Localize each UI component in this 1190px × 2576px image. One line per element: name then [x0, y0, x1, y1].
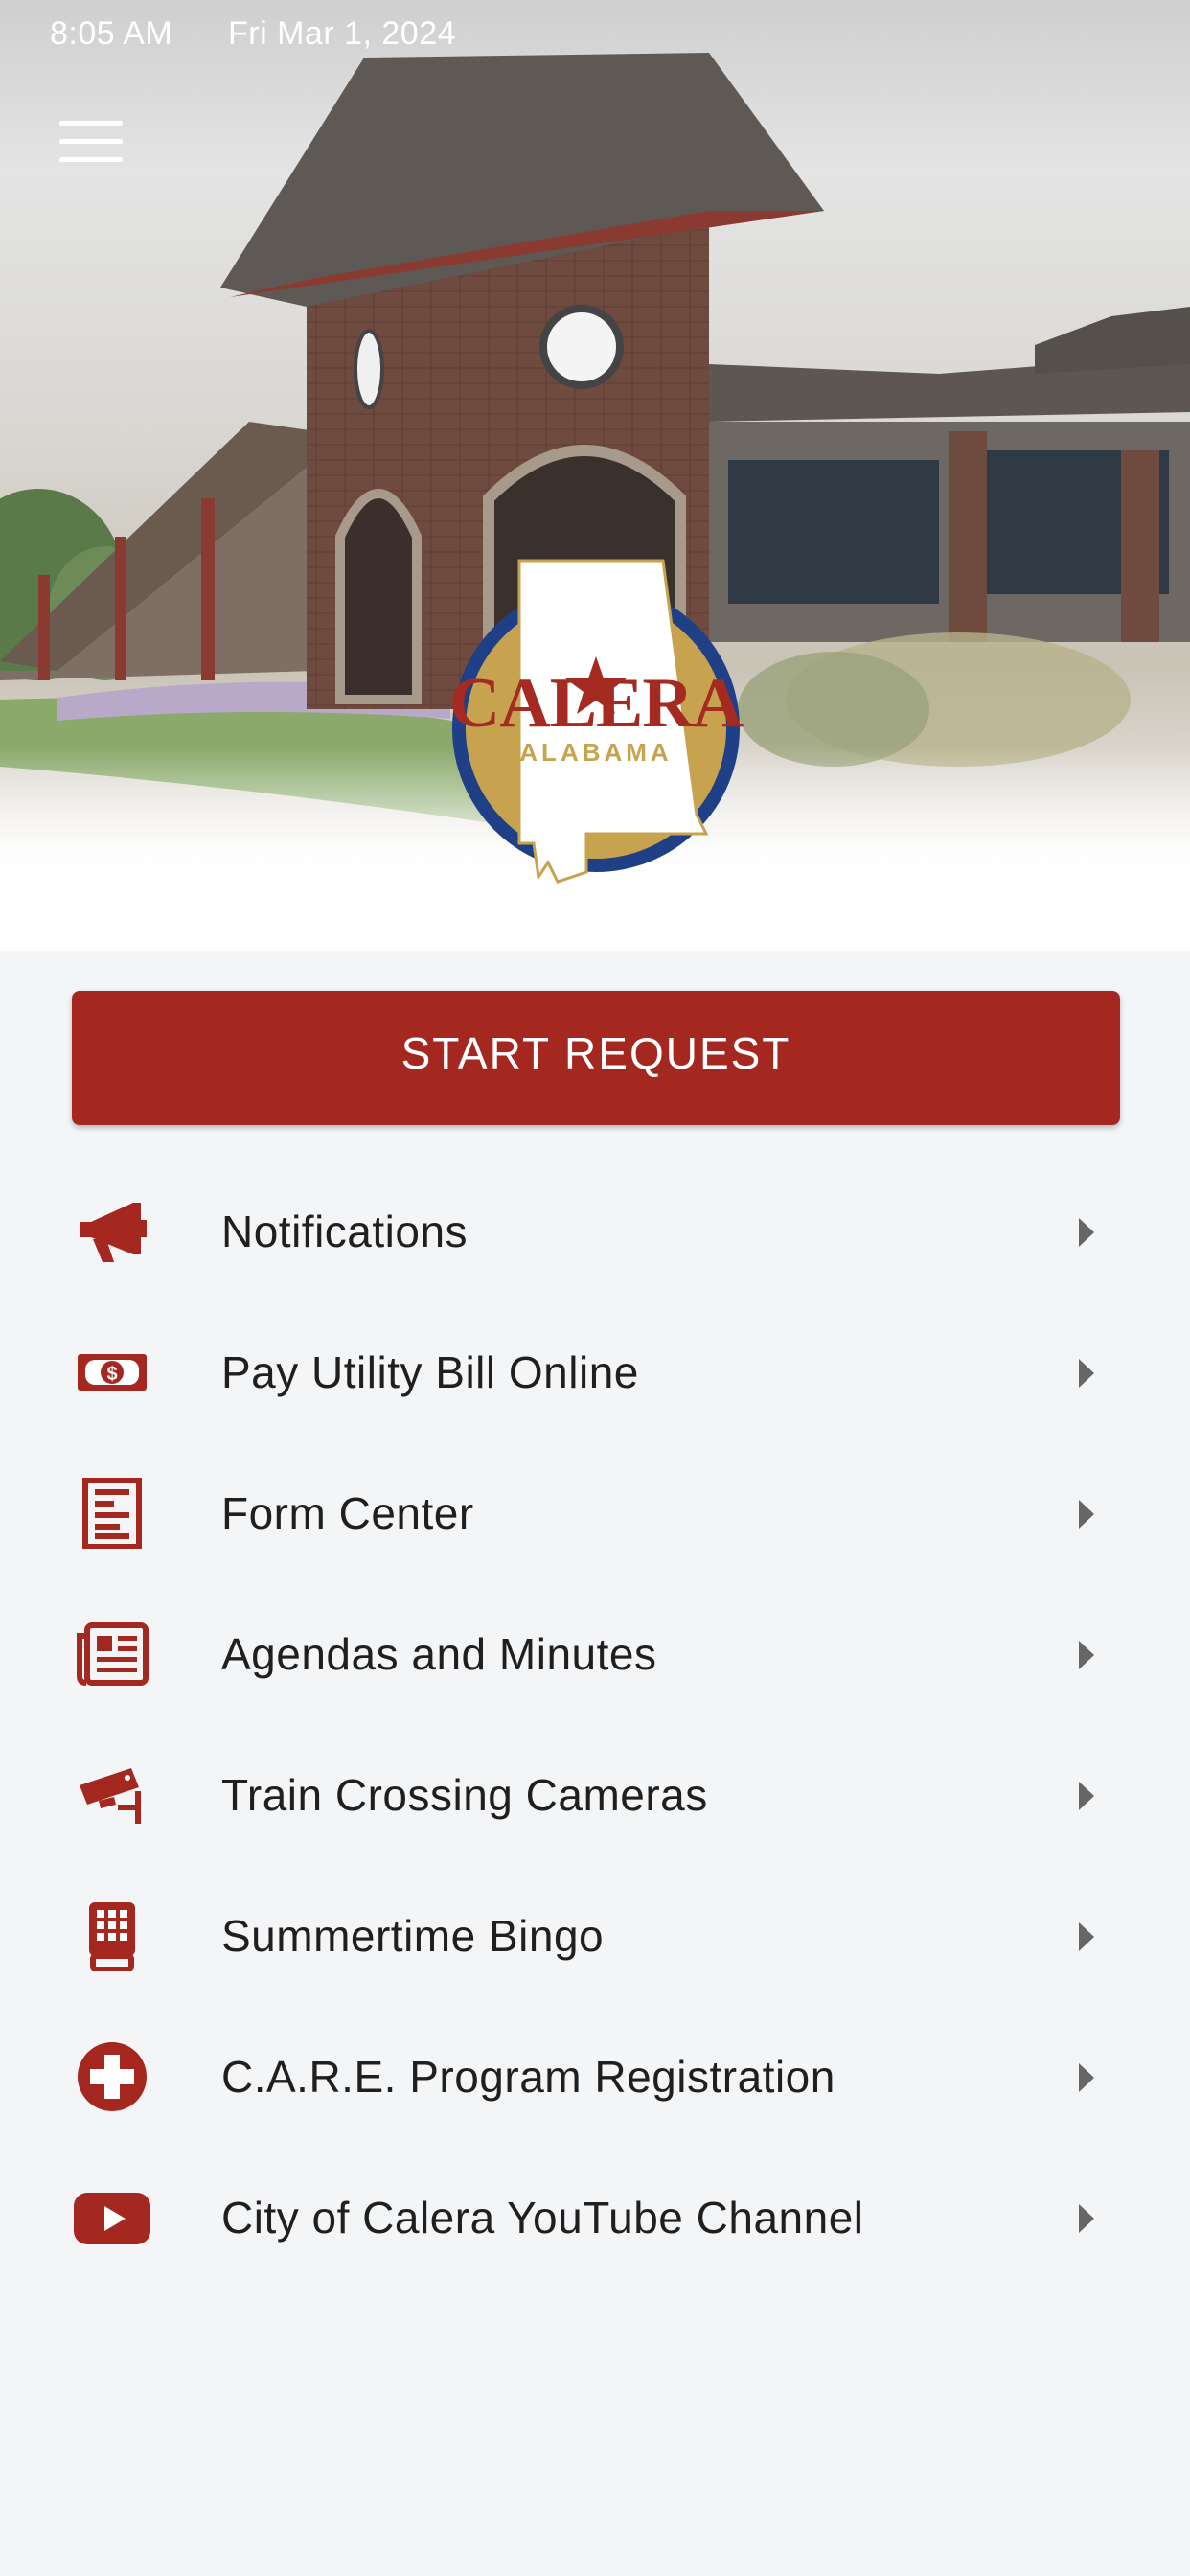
menu-item-label: Notifications: [221, 1207, 469, 1256]
menu-item-pay-utility-bill[interactable]: $ Pay Utility Bill Online: [0, 1302, 1190, 1443]
menu-list: Notifications $ Pay Utility Bill Online: [0, 1162, 1190, 2288]
logo-subtitle: ALABAMA: [519, 738, 673, 767]
newspaper-icon: [69, 1621, 155, 1688]
hero-banner: 8:05 AM Fri Mar 1, 2024 CALERA ALABAMA: [0, 0, 1190, 951]
menu-item-label: City of Calera YouTube Channel: [221, 2193, 864, 2242]
svg-text:$: $: [106, 1364, 117, 1385]
security-camera-icon: [69, 1761, 155, 1828]
menu-item-label: Form Center: [221, 1488, 474, 1538]
keypad-icon: [69, 1902, 155, 1971]
chevron-right-icon: [1079, 2063, 1094, 2092]
chevron-right-icon: [1079, 1359, 1094, 1388]
chevron-right-icon: [1079, 1922, 1094, 1951]
menu-item-train-crossing-cameras[interactable]: Train Crossing Cameras: [0, 1725, 1190, 1866]
menu-item-label: Train Crossing Cameras: [221, 1770, 708, 1820]
menu-item-label: Pay Utility Bill Online: [221, 1347, 639, 1397]
status-bar: 8:05 AM Fri Mar 1, 2024: [0, 0, 1190, 67]
menu-item-notifications[interactable]: Notifications: [0, 1162, 1190, 1302]
money-bill-icon: $: [69, 1339, 155, 1406]
menu-item-agendas-minutes[interactable]: Agendas and Minutes: [0, 1584, 1190, 1725]
menu-item-care-registration[interactable]: C.A.R.E. Program Registration: [0, 2007, 1190, 2148]
menu-item-youtube-channel[interactable]: City of Calera YouTube Channel: [0, 2148, 1190, 2288]
chevron-right-icon: [1079, 1782, 1094, 1810]
status-date: Fri Mar 1, 2024: [228, 15, 457, 52]
menu-item-form-center[interactable]: Form Center: [0, 1443, 1190, 1584]
start-request-button[interactable]: START REQUEST: [72, 991, 1120, 1125]
form-icon: [69, 1478, 155, 1549]
logo-wordmark: CALERA: [448, 664, 744, 743]
chevron-right-icon: [1079, 2204, 1094, 2233]
menu-item-summertime-bingo[interactable]: Summertime Bingo: [0, 1866, 1190, 2007]
chevron-right-icon: [1079, 1641, 1094, 1669]
calera-logo: CALERA ALABAMA: [443, 556, 749, 891]
menu-item-label: C.A.R.E. Program Registration: [221, 2052, 835, 2102]
youtube-icon: [69, 2184, 155, 2251]
menu-item-label: Agendas and Minutes: [221, 1629, 657, 1679]
status-time: 8:05 AM: [50, 15, 173, 52]
hamburger-menu-icon[interactable]: [59, 121, 123, 165]
chevron-right-icon: [1079, 1218, 1094, 1247]
plus-circle-icon: [69, 2042, 155, 2111]
chevron-right-icon: [1079, 1500, 1094, 1529]
menu-item-label: Summertime Bingo: [221, 1911, 605, 1961]
megaphone-icon: [69, 1198, 155, 1265]
